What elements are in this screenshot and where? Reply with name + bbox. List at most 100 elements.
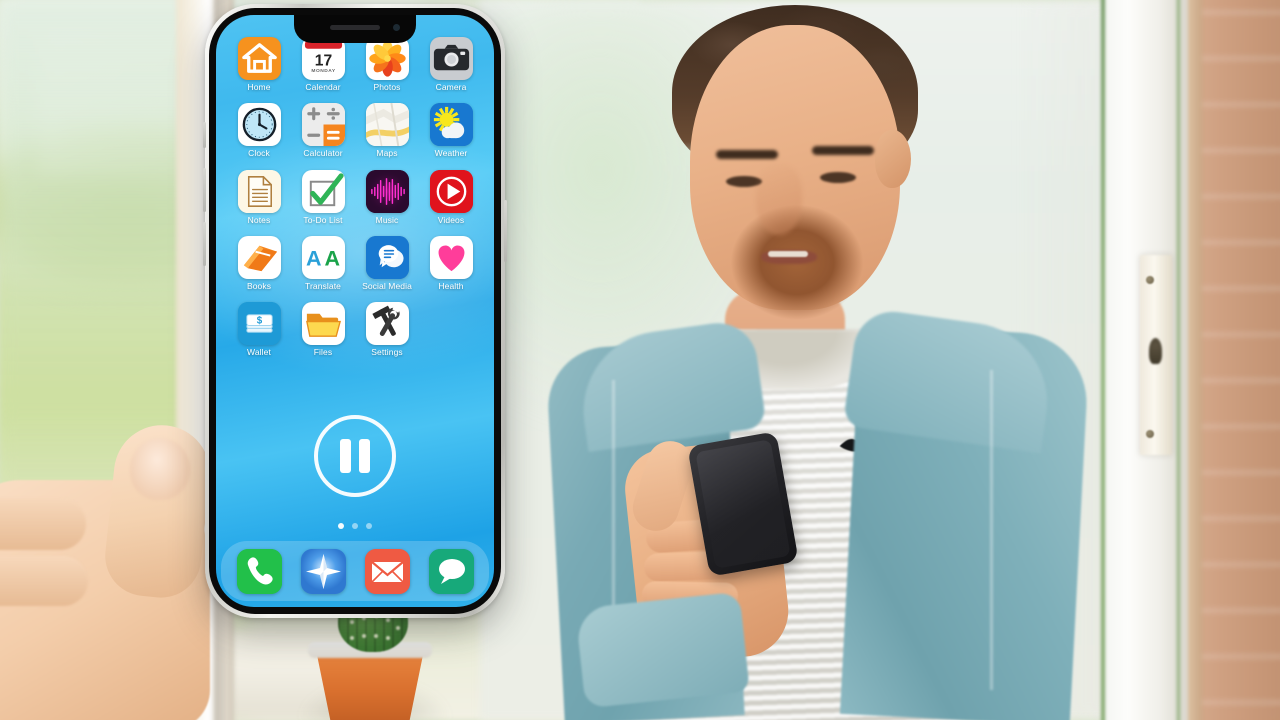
svg-text:$: $ bbox=[256, 316, 262, 327]
music-wave-icon[interactable] bbox=[365, 169, 409, 213]
app-grid: Home 17 MONDAY Calendar Photos Camera Clock Cal… bbox=[216, 37, 494, 358]
app-label: Settings bbox=[371, 347, 403, 358]
smartphone-device: Home 17 MONDAY Calendar Photos Camera Clock Cal… bbox=[203, 4, 507, 618]
photos-icon[interactable] bbox=[365, 37, 409, 80]
notes-icon[interactable] bbox=[237, 169, 281, 213]
app-icon-translate[interactable]: A A Translate bbox=[291, 236, 355, 291]
strike-plate-screw-top bbox=[1146, 276, 1154, 284]
volume-up-button[interactable] bbox=[203, 168, 206, 212]
folder-icon[interactable] bbox=[301, 302, 345, 346]
home-icon[interactable] bbox=[237, 37, 281, 80]
app-icon-files[interactable]: Files bbox=[291, 302, 355, 357]
strike-plate-screw-bottom bbox=[1146, 430, 1154, 438]
app-icon-videos[interactable]: Videos bbox=[419, 169, 483, 225]
app-label: Home bbox=[247, 82, 271, 92]
maps-icon[interactable] bbox=[365, 103, 409, 147]
page-dot-3[interactable] bbox=[366, 523, 372, 529]
dock-messages[interactable] bbox=[428, 548, 474, 594]
dock-phone[interactable] bbox=[236, 548, 282, 594]
app-icon-health[interactable]: Health bbox=[419, 236, 483, 291]
dock-browser[interactable] bbox=[300, 548, 346, 594]
display-notch bbox=[294, 15, 416, 43]
app-label: Translate bbox=[304, 281, 342, 292]
eyebrow-right bbox=[812, 146, 874, 155]
app-dock bbox=[221, 541, 489, 601]
background-scene bbox=[0, 0, 1280, 720]
svg-text:A: A bbox=[324, 246, 340, 270]
app-icon-social-media[interactable]: Social Media bbox=[355, 236, 419, 291]
flower-pot bbox=[316, 650, 424, 720]
page-dot-1[interactable] bbox=[338, 523, 344, 529]
app-label: To-Do List bbox=[303, 214, 343, 225]
wallet-cash-icon[interactable]: $ bbox=[237, 302, 281, 346]
app-label: Calculator bbox=[303, 148, 343, 159]
knuckle-1 bbox=[0, 498, 86, 550]
teeth bbox=[768, 251, 808, 257]
mute-switch[interactable] bbox=[203, 122, 206, 148]
app-label: Camera bbox=[435, 82, 467, 92]
pause-bar-left bbox=[340, 439, 351, 473]
app-icon-maps[interactable]: Maps bbox=[355, 103, 419, 158]
calendar-icon[interactable]: 17 MONDAY bbox=[301, 37, 345, 80]
tools-icon[interactable] bbox=[365, 302, 409, 346]
app-label: Health bbox=[438, 281, 464, 292]
app-label: Weather bbox=[434, 148, 468, 159]
front-camera-icon bbox=[393, 24, 400, 31]
translate-aa-icon[interactable]: AA bbox=[301, 236, 345, 280]
weather-icon[interactable] bbox=[429, 103, 473, 147]
app-label: Social Media bbox=[362, 281, 412, 292]
svg-text:17: 17 bbox=[314, 52, 331, 69]
app-icon-books[interactable]: Books bbox=[227, 236, 291, 291]
phone-screen[interactable]: Home 17 MONDAY Calendar Photos Camera Clock Cal… bbox=[216, 15, 494, 607]
checkmark-icon[interactable] bbox=[301, 169, 345, 213]
app-label: Files bbox=[313, 347, 333, 358]
book-icon[interactable] bbox=[237, 236, 281, 280]
earpiece-speaker-icon bbox=[330, 25, 380, 30]
power-button[interactable] bbox=[504, 200, 507, 262]
app-icon-wallet[interactable]: $ Wallet bbox=[227, 302, 291, 357]
app-icon-to-do-list[interactable]: To-Do List bbox=[291, 169, 355, 225]
eyebrow-left bbox=[716, 150, 778, 159]
app-label: Calendar bbox=[305, 82, 341, 92]
nose bbox=[756, 165, 802, 235]
app-icon-clock[interactable]: Clock bbox=[227, 103, 291, 158]
calculator-icon[interactable] bbox=[301, 103, 345, 147]
knuckle-2 bbox=[0, 556, 88, 606]
clock-icon[interactable] bbox=[237, 103, 281, 147]
eye-right bbox=[820, 172, 856, 183]
play-icon[interactable] bbox=[429, 169, 473, 213]
app-icon-weather[interactable]: Weather bbox=[419, 103, 483, 158]
pause-bar-right bbox=[359, 439, 370, 473]
app-icon-notes[interactable]: Notes bbox=[227, 169, 291, 225]
app-label: Books bbox=[246, 281, 272, 292]
app-icon-photos[interactable]: Photos bbox=[355, 37, 419, 92]
app-label: Photos bbox=[373, 82, 401, 92]
app-label: Videos bbox=[437, 214, 465, 225]
svg-text:MONDAY: MONDAY bbox=[311, 68, 335, 74]
media-control bbox=[314, 415, 396, 497]
chat-bubble-icon[interactable] bbox=[365, 236, 409, 280]
camera-icon[interactable] bbox=[429, 37, 473, 80]
app-icon-calculator[interactable]: Calculator bbox=[291, 103, 355, 158]
dock-mail[interactable] bbox=[364, 548, 410, 594]
heart-icon[interactable] bbox=[429, 236, 473, 280]
pause-button[interactable] bbox=[314, 415, 396, 497]
person-using-phone bbox=[520, 0, 1140, 720]
door-green-seam-2 bbox=[1177, 0, 1180, 720]
app-icon-music[interactable]: Music bbox=[355, 169, 419, 225]
app-label: Clock bbox=[248, 148, 270, 159]
svg-text:A: A bbox=[305, 246, 321, 270]
app-icon-calendar[interactable]: 17 MONDAY Calendar bbox=[291, 37, 355, 92]
app-icon-camera[interactable]: Camera bbox=[419, 37, 483, 92]
app-icon-home[interactable]: Home bbox=[227, 37, 291, 92]
denim-cuff bbox=[575, 591, 750, 709]
page-indicator-dots[interactable] bbox=[338, 523, 372, 529]
app-label: Music bbox=[375, 214, 399, 225]
denim-seam-right bbox=[990, 370, 993, 690]
volume-down-button[interactable] bbox=[203, 222, 206, 266]
page-dot-2[interactable] bbox=[352, 523, 358, 529]
app-icon-settings[interactable]: Settings bbox=[355, 302, 419, 357]
keyhole-icon bbox=[1149, 338, 1162, 364]
app-label: Maps bbox=[376, 148, 398, 159]
app-label: Wallet bbox=[247, 347, 271, 358]
